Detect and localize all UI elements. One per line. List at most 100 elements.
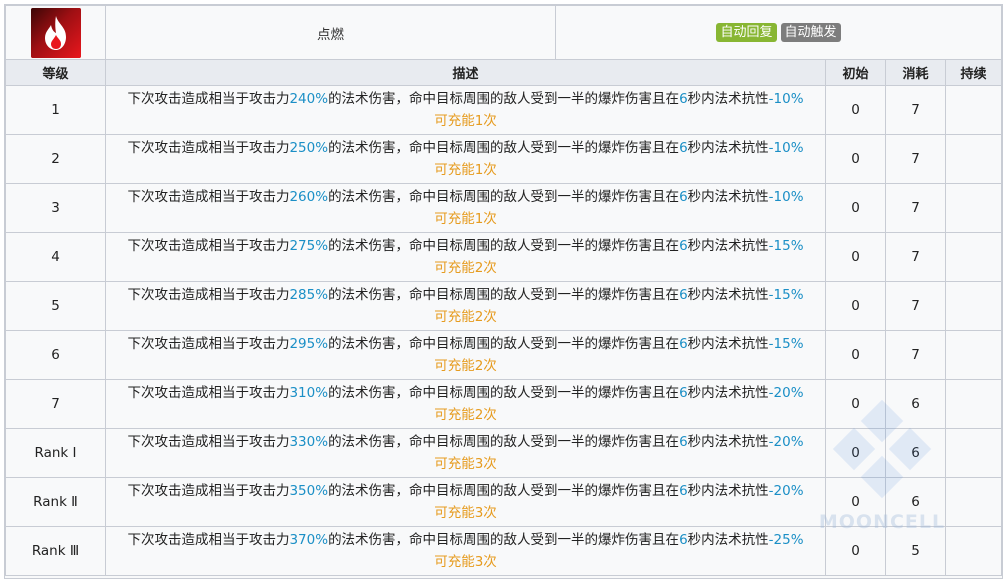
desc-text: 下次攻击造成相当于攻击力 (127, 189, 290, 205)
description-cell: 下次攻击造成相当于攻击力330%的法术伤害，命中目标周围的敌人受到一半的爆炸伤害… (105, 428, 826, 478)
charge-text: 可充能 (434, 162, 475, 178)
desc-text: 下次攻击造成相当于攻击力 (127, 238, 290, 254)
level-cell: 4 (5, 232, 106, 282)
duration-value: 6 (679, 140, 688, 156)
duration-cell (945, 134, 1002, 184)
desc-text: 下次攻击造成相当于攻击力 (127, 91, 290, 107)
charge-text: 可充能 (434, 260, 475, 276)
column-header-row: 等级 描述 初始 消耗 持续 (5, 59, 1002, 86)
charge-text: 可充能 (434, 554, 475, 570)
column-header-desc: 描述 (105, 59, 826, 86)
desc-text: 秒内法术抗性 (687, 483, 769, 499)
duration-cell (945, 330, 1002, 380)
charge-text: 次 (483, 211, 497, 227)
description-cell: 下次攻击造成相当于攻击力275%的法术伤害，命中目标周围的敌人受到一半的爆炸伤害… (105, 232, 826, 282)
charge-count: 1 (474, 211, 484, 227)
charge-line: 可充能2次 (106, 404, 825, 426)
skill-tags: 自动回复 自动触发 (555, 5, 1002, 60)
charge-text: 次 (483, 358, 497, 374)
charge-text: 可充能 (434, 456, 475, 472)
cost-cell: 5 (885, 526, 946, 576)
cost-cell: 7 (885, 183, 946, 233)
atk-multiplier: 295% (289, 336, 329, 352)
resistance-value: -20% (768, 483, 804, 499)
initial-cell: 0 (825, 526, 886, 576)
level-cell: 3 (5, 183, 106, 233)
skill-header-table: 点燃 自动回复 自动触发 (5, 5, 1002, 60)
description-cell: 下次攻击造成相当于攻击力260%的法术伤害，命中目标周围的敌人受到一半的爆炸伤害… (105, 183, 826, 233)
desc-text: 的法术伤害，命中目标周围的敌人受到一半的爆炸伤害且在 (328, 140, 680, 156)
desc-text: 下次攻击造成相当于攻击力 (127, 140, 290, 156)
description-cell: 下次攻击造成相当于攻击力295%的法术伤害，命中目标周围的敌人受到一半的爆炸伤害… (105, 330, 826, 380)
table-row: 3 下次攻击造成相当于攻击力260%的法术伤害，命中目标周围的敌人受到一半的爆炸伤… (5, 183, 1002, 233)
charge-line: 可充能3次 (106, 551, 825, 573)
level-cell: 2 (5, 134, 106, 184)
resistance-value: -25% (768, 532, 804, 548)
desc-text: 秒内法术抗性 (687, 91, 769, 107)
description-cell: 下次攻击造成相当于攻击力250%的法术伤害，命中目标周围的敌人受到一半的爆炸伤害… (105, 134, 826, 184)
charge-text: 可充能 (434, 211, 475, 227)
table-row: Rank Ⅲ 下次攻击造成相当于攻击力370%的法术伤害，命中目标周围的敌人受到一… (5, 526, 1002, 576)
desc-text: 下次攻击造成相当于攻击力 (127, 434, 290, 450)
atk-multiplier: 350% (289, 483, 329, 499)
duration-cell (945, 379, 1002, 429)
charge-line: 可充能2次 (106, 355, 825, 377)
skill-level-rows: 1 下次攻击造成相当于攻击力240%的法术伤害，命中目标周围的敌人受到一半的爆炸伤… (5, 85, 1002, 576)
charge-text: 次 (483, 456, 497, 472)
charge-text: 可充能 (434, 358, 475, 374)
duration-cell (945, 526, 1002, 576)
watermark-text: MOONCELL (818, 511, 946, 533)
duration-cell (945, 232, 1002, 282)
atk-multiplier: 240% (289, 91, 329, 107)
level-cell: 1 (5, 85, 106, 135)
duration-value: 6 (679, 336, 688, 352)
description-line: 下次攻击造成相当于攻击力260%的法术伤害，命中目标周围的敌人受到一半的爆炸伤害… (106, 186, 825, 208)
skill-icon-cell (5, 5, 106, 60)
skill-name: 点燃 (105, 5, 556, 60)
level-cell: 7 (5, 379, 106, 429)
resistance-value: -15% (768, 238, 804, 254)
desc-text: 下次攻击造成相当于攻击力 (127, 336, 290, 352)
desc-text: 秒内法术抗性 (687, 287, 769, 303)
initial-cell: 0 (825, 134, 886, 184)
charge-text: 次 (483, 113, 497, 129)
table-row: 2 下次攻击造成相当于攻击力250%的法术伤害，命中目标周围的敌人受到一半的爆炸伤… (5, 134, 1002, 184)
duration-value: 6 (679, 532, 688, 548)
desc-text: 秒内法术抗性 (687, 532, 769, 548)
desc-text: 的法术伤害，命中目标周围的敌人受到一半的爆炸伤害且在 (328, 287, 680, 303)
tag-auto-trigger: 自动触发 (780, 23, 841, 42)
description-line: 下次攻击造成相当于攻击力330%的法术伤害，命中目标周围的敌人受到一半的爆炸伤害… (106, 431, 825, 453)
initial-cell: 0 (825, 379, 886, 429)
atk-multiplier: 260% (289, 189, 329, 205)
description-line: 下次攻击造成相当于攻击力285%的法术伤害，命中目标周围的敌人受到一半的爆炸伤害… (106, 284, 825, 306)
charge-count: 3 (474, 554, 484, 570)
level-cell: Rank Ⅱ (5, 477, 106, 527)
desc-text: 秒内法术抗性 (687, 336, 769, 352)
level-cell: Rank Ⅰ (5, 428, 106, 478)
duration-value: 6 (679, 91, 688, 107)
column-header-duration: 持续 (945, 59, 1002, 86)
charge-count: 2 (474, 260, 484, 276)
atk-multiplier: 275% (289, 238, 329, 254)
duration-cell (945, 428, 1002, 478)
atk-multiplier: 330% (289, 434, 329, 450)
tag-auto-recovery: 自动回复 (716, 23, 777, 42)
initial-cell: 0 (825, 330, 886, 380)
desc-text: 的法术伤害，命中目标周围的敌人受到一半的爆炸伤害且在 (328, 385, 680, 401)
description-line: 下次攻击造成相当于攻击力250%的法术伤害，命中目标周围的敌人受到一半的爆炸伤害… (106, 137, 825, 159)
charge-count: 3 (474, 505, 484, 521)
description-line: 下次攻击造成相当于攻击力310%的法术伤害，命中目标周围的敌人受到一半的爆炸伤害… (106, 382, 825, 404)
duration-cell (945, 477, 1002, 527)
charge-text: 次 (483, 309, 497, 325)
level-cell: 6 (5, 330, 106, 380)
cost-cell: 6 (885, 379, 946, 429)
table-row: Rank Ⅰ 下次攻击造成相当于攻击力330%的法术伤害，命中目标周围的敌人受到一… (5, 428, 1002, 478)
initial-cell: 0 (825, 85, 886, 135)
duration-value: 6 (679, 434, 688, 450)
atk-multiplier: 250% (289, 140, 329, 156)
charge-text: 次 (483, 260, 497, 276)
desc-text: 下次攻击造成相当于攻击力 (127, 483, 290, 499)
charge-line: 可充能2次 (106, 306, 825, 328)
desc-text: 秒内法术抗性 (687, 238, 769, 254)
table-row: 4 下次攻击造成相当于攻击力275%的法术伤害，命中目标周围的敌人受到一半的爆炸伤… (5, 232, 1002, 282)
